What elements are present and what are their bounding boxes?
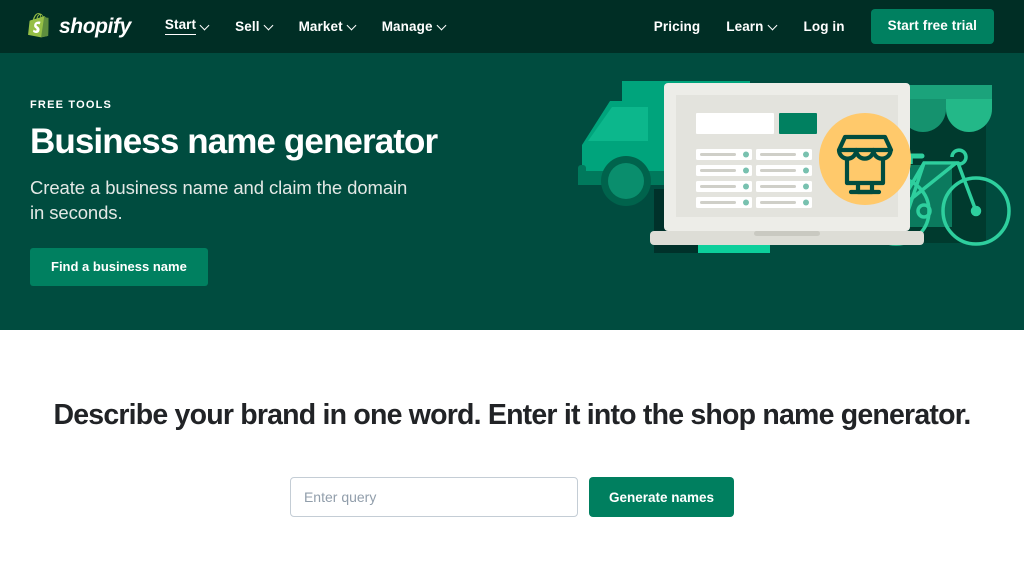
chevron-down-icon bbox=[348, 21, 357, 30]
nav-item-pricing-label: Pricing bbox=[653, 18, 701, 34]
hero-section: FREE TOOLS Business name generator Creat… bbox=[0, 53, 1024, 330]
page-title: Business name generator bbox=[30, 122, 438, 161]
nav-item-pricing[interactable]: Pricing bbox=[654, 20, 700, 34]
nav-item-market[interactable]: Market bbox=[299, 20, 357, 34]
primary-nav: Start Sell Market Manage bbox=[164, 18, 447, 35]
generator-heading: Describe your brand in one word. Enter i… bbox=[53, 399, 971, 431]
search-input[interactable] bbox=[289, 477, 578, 518]
hero-illustration bbox=[564, 53, 1024, 330]
nav-item-login-label: Log in bbox=[803, 18, 845, 34]
shopify-logo[interactable]: shopify bbox=[28, 13, 131, 40]
nav-item-manage[interactable]: Manage bbox=[382, 20, 447, 34]
nav-item-sell[interactable]: Sell bbox=[235, 20, 273, 34]
nav-item-start[interactable]: Start bbox=[164, 18, 210, 35]
chevron-down-icon bbox=[201, 21, 210, 30]
main-content: Describe your brand in one word. Enter i… bbox=[0, 330, 1024, 565]
shopify-bag-icon bbox=[28, 13, 49, 38]
chevron-down-icon bbox=[265, 21, 274, 30]
nav-item-learn-label: Learn bbox=[726, 18, 764, 34]
site-header: shopify Start Sell Market Manage Pricing… bbox=[0, 0, 1024, 53]
nav-item-market-label: Market bbox=[298, 18, 343, 34]
chevron-down-icon bbox=[438, 21, 447, 30]
start-free-trial-button[interactable]: Start free trial bbox=[870, 9, 994, 44]
generator-form: Generate names bbox=[0, 477, 1024, 518]
hero-copy: FREE TOOLS Business name generator Creat… bbox=[30, 99, 500, 286]
nav-item-login[interactable]: Log in bbox=[804, 20, 845, 34]
hero-subtitle: Create a business name and claim the dom… bbox=[30, 176, 408, 224]
find-business-name-button[interactable]: Find a business name bbox=[30, 247, 208, 286]
shop-badge-icon bbox=[819, 113, 911, 205]
hero-eyebrow: FREE TOOLS bbox=[30, 99, 113, 111]
shopify-wordmark: shopify bbox=[59, 15, 131, 38]
generate-names-button[interactable]: Generate names bbox=[588, 477, 735, 518]
nav-item-start-label: Start bbox=[164, 18, 197, 35]
chevron-down-icon bbox=[769, 21, 778, 30]
nav-item-sell-label: Sell bbox=[235, 18, 260, 34]
ecommerce-illustration-svg bbox=[578, 81, 1011, 253]
nav-item-learn[interactable]: Learn bbox=[726, 20, 777, 34]
nav-item-manage-label: Manage bbox=[381, 18, 433, 34]
secondary-nav: Pricing Learn Log in Start free trial bbox=[654, 9, 994, 44]
